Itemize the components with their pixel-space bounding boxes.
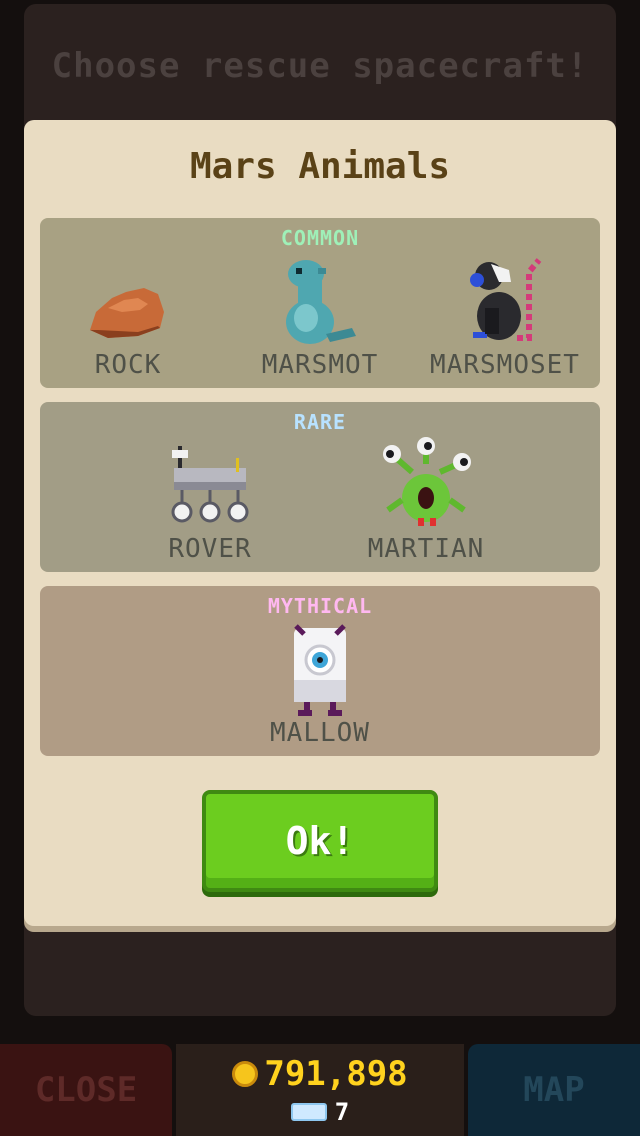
coins-value: 791,898 (264, 1054, 408, 1094)
rarity-label-common: COMMON (280, 226, 360, 250)
animal-mallow: MALLOW (240, 616, 400, 756)
rover-icon (171, 446, 249, 523)
rock-icon (90, 288, 164, 338)
animal-marsmoset: MARSMOSET (425, 248, 585, 388)
animal-name-mallow: MALLOW (270, 718, 370, 748)
marsmot-icon (286, 260, 356, 344)
gems-value: 7 (334, 1098, 350, 1126)
ok-button[interactable]: Ok! (202, 790, 438, 892)
background-title: Choose rescue spacecraft! (51, 46, 589, 86)
mallow-icon (294, 624, 346, 716)
martian-icon (383, 437, 471, 526)
mythical-section: MYTHICAL MALLOW (40, 586, 600, 756)
animal-name-martian: MARTIAN (367, 534, 485, 564)
gems-row: 7 (176, 1098, 464, 1126)
rarity-label-rare: RARE (293, 410, 347, 434)
animal-name-marsmoset: MARSMOSET (430, 350, 580, 380)
animal-name-rock: ROCK (94, 350, 162, 380)
rare-section: RARE ROVER MARTIAN (40, 402, 600, 572)
close-button[interactable]: CLOSE (0, 1044, 172, 1136)
map-button[interactable]: MAP (468, 1044, 640, 1136)
marsmoset-icon (470, 258, 542, 341)
common-section: COMMON ROCK MARSMOT MARSMOSET (40, 218, 600, 388)
animal-rock: ROCK (48, 248, 208, 388)
coins-row: 791,898 (176, 1054, 464, 1094)
animal-martian: MARTIAN (346, 432, 506, 572)
animal-marsmot: MARSMOT (240, 248, 400, 388)
mars-animals-dialog: Mars Animals COMMON ROCK MARSMOT MARSMOS… (24, 120, 616, 926)
currency-display: 791,898 7 (176, 1044, 464, 1136)
rarity-label-mythical: MYTHICAL (267, 594, 373, 618)
animal-name-rover: ROVER (168, 534, 252, 564)
gem-icon (290, 1103, 327, 1121)
dialog-title: Mars Animals (189, 146, 451, 187)
animal-name-marsmot: MARSMOT (261, 350, 379, 380)
bottom-bar: CLOSE 791,898 7 MAP (0, 1044, 640, 1136)
animal-rover: ROVER (130, 432, 290, 572)
coin-icon (232, 1061, 259, 1087)
